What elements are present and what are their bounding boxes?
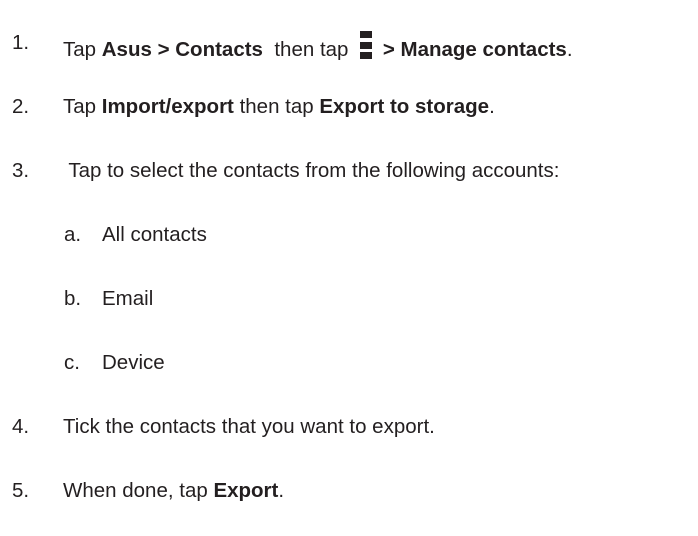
sub-step-text: Device: [102, 351, 165, 374]
vertical-more-menu-icon: [360, 31, 373, 59]
sub-step-letter: a.: [64, 223, 82, 246]
step-number: 5.: [12, 479, 30, 502]
bold-term: > Manage contacts: [377, 38, 567, 61]
step-text: Tap Asus > Contacts then tap > Manage co…: [63, 31, 573, 62]
step-text: Tick the contacts that you want to expor…: [63, 415, 435, 438]
step-number: 3.: [12, 159, 30, 182]
sub-step-text: All contacts: [102, 223, 207, 246]
step-text: Tap to select the contacts from the foll…: [63, 159, 560, 182]
step-number: 4.: [12, 415, 30, 438]
bold-term: Asus > Contacts: [101, 38, 263, 61]
bold-term: Import/export: [101, 95, 234, 118]
step-text: When done, tap Export.: [63, 479, 285, 502]
sub-step-letter: c.: [64, 351, 80, 374]
step-number: 1.: [12, 31, 30, 54]
bold-term: Export to storage: [319, 95, 490, 118]
sub-step-text: Email: [102, 287, 154, 310]
step-number: 2.: [12, 95, 30, 118]
bold-term: Export: [213, 479, 279, 502]
sub-step-letter: b.: [64, 287, 82, 310]
step-text: Tap Import/export then tap Export to sto…: [63, 95, 495, 118]
